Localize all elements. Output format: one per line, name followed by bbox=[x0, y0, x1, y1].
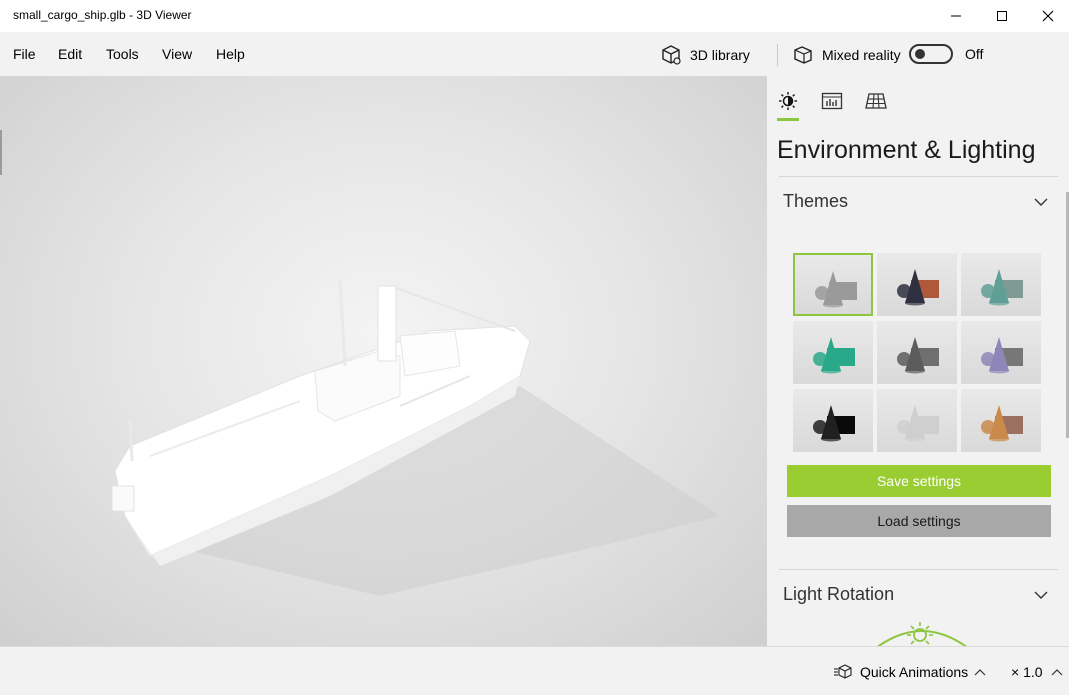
save-settings-button[interactable]: Save settings bbox=[787, 465, 1051, 497]
chevron-up-icon bbox=[1051, 669, 1062, 676]
3d-viewport[interactable] bbox=[0, 76, 767, 646]
panel-title: Environment & Lighting bbox=[777, 136, 1036, 164]
toggle-knob bbox=[915, 49, 925, 59]
title-bar: small_cargo_ship.glb - 3D Viewer bbox=[0, 0, 1069, 32]
section-divider bbox=[779, 569, 1058, 570]
theme-teal-gray[interactable] bbox=[961, 253, 1041, 316]
chevron-up-icon bbox=[974, 669, 986, 676]
light-rotation-heading[interactable]: Light Rotation bbox=[783, 584, 894, 605]
active-tab-indicator bbox=[777, 118, 799, 121]
menu-view[interactable]: View bbox=[162, 46, 192, 62]
animation-cube-icon bbox=[834, 664, 852, 679]
mixed-reality-button[interactable]: Mixed reality bbox=[792, 42, 901, 68]
close-button[interactable] bbox=[1025, 0, 1069, 32]
menu-edit[interactable]: Edit bbox=[58, 46, 82, 62]
theme-preview-icon bbox=[815, 271, 857, 308]
chevron-down-icon[interactable] bbox=[1033, 194, 1049, 210]
theme-gray[interactable] bbox=[793, 253, 873, 316]
speed-label: × 1.0 bbox=[1011, 664, 1043, 680]
menu-tools[interactable]: Tools bbox=[106, 46, 139, 62]
theme-dark-rust[interactable] bbox=[877, 253, 957, 316]
theme-preview-icon bbox=[897, 405, 939, 442]
theme-preview-icon bbox=[813, 337, 855, 374]
theme-grid bbox=[793, 253, 1041, 453]
3d-library-button[interactable]: 3D library bbox=[660, 42, 750, 68]
maximize-button[interactable] bbox=[979, 0, 1025, 32]
stats-icon bbox=[821, 92, 843, 110]
settings-panel: Environment & Lighting Themes Save setti… bbox=[767, 76, 1069, 646]
mixed-reality-icon bbox=[794, 46, 812, 64]
mixed-reality-toggle[interactable] bbox=[909, 44, 953, 64]
tab-environment-lighting[interactable] bbox=[777, 90, 799, 112]
theme-preview-icon bbox=[897, 337, 939, 374]
menu-divider bbox=[777, 44, 778, 66]
viewport-edge-marker bbox=[0, 130, 2, 175]
bottom-bar: Quick Animations × 1.0 bbox=[0, 646, 1069, 695]
quick-animations-label: Quick Animations bbox=[860, 664, 969, 680]
menu-file[interactable]: File bbox=[13, 46, 36, 62]
mixed-reality-label: Mixed reality bbox=[822, 47, 901, 63]
theme-preview-icon bbox=[981, 337, 1023, 374]
cube-icon bbox=[662, 45, 681, 65]
theme-preview-icon bbox=[981, 269, 1023, 306]
tab-grid[interactable] bbox=[865, 90, 887, 112]
theme-teal[interactable] bbox=[793, 321, 873, 384]
environment-lighting-icon bbox=[779, 92, 797, 110]
tab-stats[interactable] bbox=[821, 90, 843, 112]
grid-icon bbox=[865, 93, 887, 109]
minimize-icon bbox=[951, 15, 961, 17]
quick-animations-button[interactable]: Quick Animations bbox=[834, 664, 986, 680]
chevron-down-icon[interactable] bbox=[1033, 587, 1049, 603]
theme-black[interactable] bbox=[793, 389, 873, 452]
theme-preview-icon bbox=[897, 269, 939, 306]
theme-preview-icon bbox=[981, 405, 1023, 442]
minimize-button[interactable] bbox=[933, 0, 979, 32]
theme-lavender[interactable] bbox=[961, 321, 1041, 384]
cargo-ship-model bbox=[111, 280, 720, 596]
close-icon bbox=[1042, 10, 1054, 22]
light-rotation-dial[interactable] bbox=[867, 621, 977, 646]
menu-help[interactable]: Help bbox=[216, 46, 245, 62]
load-settings-button[interactable]: Load settings bbox=[787, 505, 1051, 537]
theme-light[interactable] bbox=[877, 389, 957, 452]
theme-copper-blue[interactable] bbox=[961, 389, 1041, 452]
theme-preview-icon bbox=[813, 405, 855, 442]
animation-speed-button[interactable]: × 1.0 bbox=[1011, 664, 1063, 680]
3d-library-label: 3D library bbox=[690, 47, 750, 63]
themes-heading[interactable]: Themes bbox=[783, 191, 848, 212]
theme-dark-gray[interactable] bbox=[877, 321, 957, 384]
toggle-state-label: Off bbox=[965, 46, 984, 62]
maximize-icon bbox=[997, 11, 1007, 21]
title-divider bbox=[779, 176, 1058, 177]
window-title: small_cargo_ship.glb - 3D Viewer bbox=[13, 8, 192, 22]
